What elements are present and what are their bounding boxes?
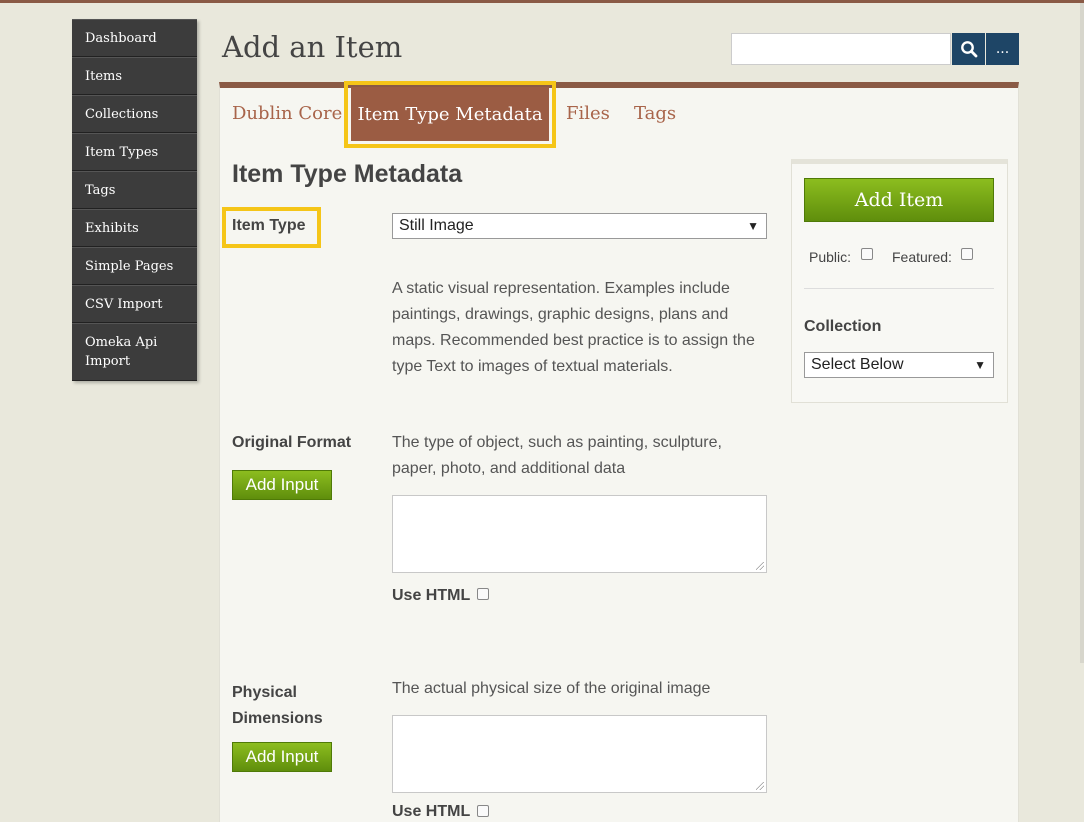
advanced-search-button[interactable]: ... [986, 33, 1019, 65]
item-type-select[interactable]: Still Image ▼ [392, 213, 767, 239]
sidebar-item-collections[interactable]: Collections [72, 95, 197, 133]
public-label: Public: [809, 249, 852, 265]
physical-dimensions-use-html-checkbox[interactable] [477, 805, 489, 817]
original-format-label: Original Format [232, 434, 352, 451]
sidebar-item-label: Simple Pages [85, 258, 174, 274]
tab-files[interactable]: Files [566, 103, 610, 124]
sidebar-item-dashboard[interactable]: Dashboard [72, 19, 197, 57]
original-format-textarea[interactable] [392, 495, 767, 573]
physical-dimensions-description: The actual physical size of the original… [392, 680, 711, 697]
search-icon [960, 41, 977, 58]
physical-dimensions-use-html-label: Use HTML [392, 803, 471, 820]
original-format-use-html-label: Use HTML [392, 587, 471, 604]
section-title: Item Type Metadata [232, 160, 463, 188]
sidebar-item-item-types[interactable]: Item Types [72, 133, 197, 171]
physical-dimensions-label: Physical Dimensions [232, 684, 323, 727]
sidebar-item-label: Collections [85, 106, 159, 122]
sidebar-item-csv-import[interactable]: CSV Import [72, 285, 197, 323]
sidebar-nav: Dashboard Items Collections Item Types T… [72, 19, 197, 381]
tab-item-type-metadata[interactable]: Item Type Metadata [351, 87, 549, 141]
sidebar-item-tags[interactable]: Tags [72, 171, 197, 209]
chevron-down-icon: ▼ [747, 219, 759, 233]
page-scrollbar[interactable] [1080, 3, 1084, 663]
public-checkbox[interactable] [861, 248, 873, 260]
sidebar-item-exhibits[interactable]: Exhibits [72, 209, 197, 247]
collection-select[interactable]: Select Below ▼ [804, 352, 994, 378]
collection-selected-value: Select Below [811, 356, 904, 373]
search-button[interactable] [952, 33, 985, 65]
resize-handle-icon[interactable] [756, 562, 764, 570]
item-type-description: A static visual representation. Examples… [392, 280, 755, 375]
sidebar-item-label: CSV Import [85, 296, 163, 312]
chevron-down-icon: ▼ [974, 358, 986, 372]
sidebar-item-label: Omeka Api Import [85, 335, 158, 369]
tab-dublin-core[interactable]: Dublin Core [232, 103, 342, 124]
sidebar-item-label: Dashboard [85, 30, 157, 46]
side-divider [804, 288, 994, 289]
sidebar-item-label: Item Types [85, 144, 159, 160]
add-item-button[interactable]: Add Item [804, 178, 994, 222]
sidebar-item-items[interactable]: Items [72, 57, 197, 95]
top-border [0, 0, 1084, 3]
sidebar-item-label: Exhibits [85, 220, 139, 236]
original-format-add-input-button[interactable]: Add Input [232, 470, 332, 500]
physical-dimensions-textarea[interactable] [392, 715, 767, 793]
item-type-selected-value: Still Image [399, 217, 474, 234]
physical-dimensions-add-input-button[interactable]: Add Input [232, 742, 332, 772]
sidebar-item-label: Items [85, 68, 123, 84]
original-format-use-html-checkbox[interactable] [477, 588, 489, 600]
resize-handle-icon[interactable] [756, 782, 764, 790]
sidebar-item-label: Tags [85, 182, 116, 198]
featured-checkbox[interactable] [961, 248, 973, 260]
page-title: Add an Item [222, 30, 403, 64]
original-format-description: The type of object, such as painting, sc… [392, 434, 722, 477]
search-input[interactable] [731, 33, 951, 65]
sidebar-item-omeka-api-import[interactable]: Omeka Api Import [72, 323, 197, 381]
collection-label: Collection [804, 318, 882, 335]
tab-tags[interactable]: Tags [634, 103, 676, 124]
featured-label: Featured: [892, 249, 952, 265]
item-type-label: Item Type [232, 217, 306, 234]
sidebar-item-simple-pages[interactable]: Simple Pages [72, 247, 197, 285]
